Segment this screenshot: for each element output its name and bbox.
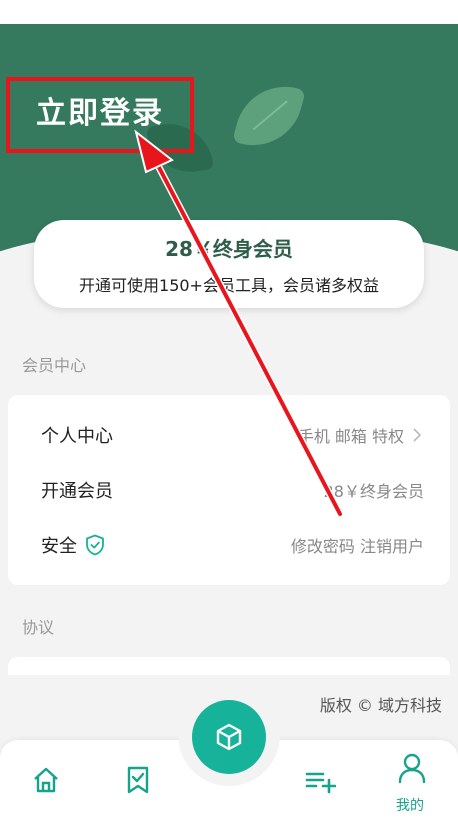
shield-check-icon: [86, 534, 104, 556]
status-bar: [0, 0, 458, 24]
nav-me-label: 我的: [396, 798, 424, 814]
row-title: 安全: [41, 536, 77, 557]
user-icon: [398, 753, 426, 784]
copyright-text: 版权 © 域方科技: [319, 696, 442, 715]
nav-home[interactable]: [30, 764, 62, 796]
list-item-security[interactable]: 安全 修改密码 注销用户: [8, 517, 450, 573]
row-detail: 修改密码 注销用户: [290, 537, 424, 556]
agreement-list: [8, 657, 450, 675]
row-title: 个人中心: [41, 426, 113, 447]
home-icon: [34, 767, 58, 793]
list-item-open-membership[interactable]: 开通会员 28￥终身会员: [8, 462, 450, 518]
nav-center-button[interactable]: [192, 700, 266, 774]
member-center-list: 个人中心 手机 邮箱 特权 开通会员 28￥终身会员 安全 修改密码 注销用户: [8, 395, 450, 585]
list-item-personal-center[interactable]: 个人中心 手机 邮箱 特权: [8, 407, 450, 463]
cube-icon: [216, 723, 242, 751]
row-title: 开通会员: [41, 481, 113, 502]
bookmark-check-icon: [127, 766, 149, 794]
membership-subtitle: 开通可使用150+会员工具，会员诸多权益: [79, 276, 379, 295]
nav-bookmarks[interactable]: [122, 764, 154, 796]
nav-me[interactable]: [396, 752, 428, 784]
section-label-member-center: 会员中心: [22, 356, 87, 375]
section-label-agreement: 协议: [22, 618, 55, 637]
annotation-highlight-box: [6, 77, 194, 153]
nav-tasks[interactable]: [304, 764, 336, 796]
row-detail: 28￥终身会员: [323, 482, 424, 501]
row-detail: 手机 邮箱 特权: [297, 427, 404, 446]
playlist-add-icon: [305, 772, 336, 794]
membership-card[interactable]: 28￥终身会员 开通可使用150+会员工具，会员诸多权益: [34, 220, 424, 308]
membership-title: 28￥终身会员: [165, 237, 293, 261]
chevron-right-icon: [413, 428, 422, 442]
leaf-decoration-light: [232, 75, 306, 157]
